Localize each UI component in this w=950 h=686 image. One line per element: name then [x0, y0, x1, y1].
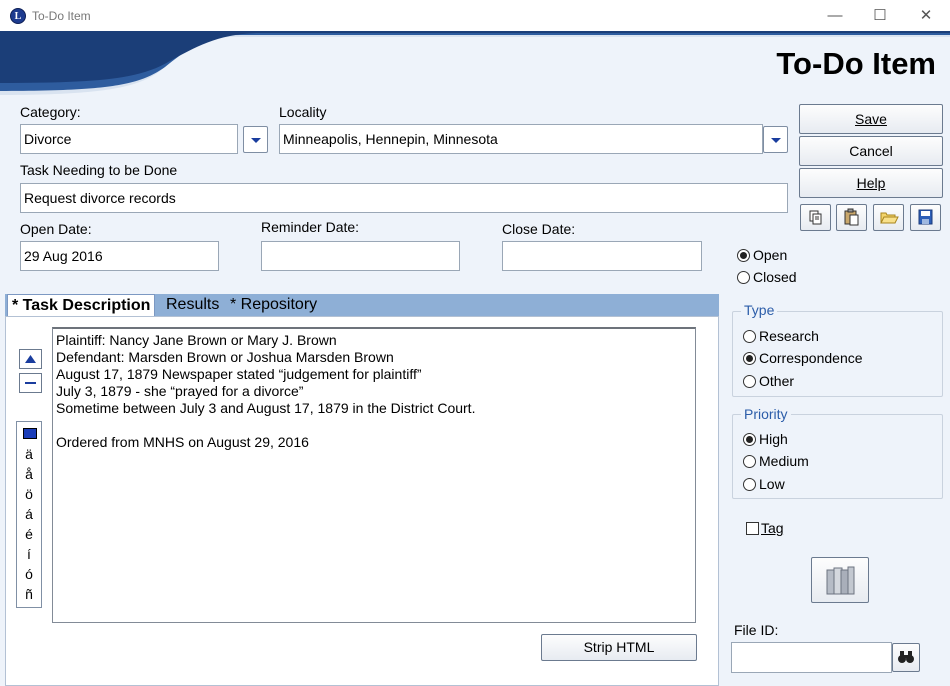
type-other-radio[interactable]: Other: [743, 371, 794, 391]
char-e-acute-button[interactable]: é: [17, 524, 41, 544]
status-closed-radio[interactable]: Closed: [737, 267, 797, 287]
char-n-tilde-button[interactable]: ñ: [17, 584, 41, 604]
type-research-radio[interactable]: Research: [743, 326, 819, 346]
open-date-label: Open Date:: [20, 221, 92, 237]
category-field[interactable]: Divorce: [20, 124, 238, 154]
decrease-font-button[interactable]: [19, 373, 42, 393]
description-line: August 17, 1879 Newspaper stated “judgem…: [56, 366, 422, 382]
category-label: Category:: [20, 104, 81, 120]
radio-dot: [743, 477, 756, 491]
radio-dot: [743, 329, 756, 343]
app-logo-icon: L: [10, 8, 26, 24]
open-date-field[interactable]: 29 Aug 2016: [20, 241, 219, 271]
radio-dot: [743, 374, 756, 388]
reminder-date-field[interactable]: [261, 241, 460, 271]
find-file-button[interactable]: [892, 643, 920, 672]
priority-high-radio[interactable]: High: [743, 429, 788, 449]
description-line: Defendant: Marsden Brown or Joshua Marsd…: [56, 349, 394, 365]
locality-label: Locality: [279, 104, 327, 120]
help-button-label: Help: [856, 175, 886, 191]
window-title: To-Do Item: [32, 9, 91, 23]
cancel-button[interactable]: Cancel: [799, 136, 943, 166]
locality-dropdown-button[interactable]: [763, 126, 788, 153]
priority-group-title: Priority: [741, 406, 791, 422]
radio-dot: [743, 351, 756, 365]
description-line: Ordered from MNHS on August 29, 2016: [56, 434, 309, 450]
priority-medium-label: Medium: [759, 453, 809, 469]
close-window-button[interactable]: ✕: [903, 4, 949, 28]
status-open-radio[interactable]: Open: [737, 245, 787, 265]
file-id-label: File ID:: [734, 622, 779, 638]
type-group-title: Type: [741, 302, 778, 318]
close-date-field[interactable]: [502, 241, 702, 271]
library-button[interactable]: [811, 557, 869, 603]
save-disk-icon: [918, 209, 933, 225]
task-field[interactable]: Request divorce records: [20, 183, 788, 213]
char-a-ring-button[interactable]: å: [17, 464, 41, 484]
save-button-label: Save: [855, 111, 887, 127]
type-correspondence-radio[interactable]: Correspondence: [743, 348, 863, 368]
description-line: July 3, 1879 - she “prayed for a divorce…: [56, 383, 304, 399]
radio-dot: [743, 454, 756, 468]
task-label: Task Needing to be Done: [20, 162, 178, 178]
status-closed-label: Closed: [753, 269, 797, 285]
task-description-textarea[interactable]: Plaintiff: Nancy Jane Brown or Mary J. B…: [52, 327, 696, 623]
priority-low-radio[interactable]: Low: [743, 474, 785, 494]
category-dropdown-button[interactable]: [243, 126, 268, 153]
char-o-umlaut-button[interactable]: ö: [17, 484, 41, 504]
locality-field[interactable]: Minneapolis, Hennepin, Minnesota: [279, 124, 763, 154]
minimize-button[interactable]: —: [812, 4, 858, 28]
radio-dot: [737, 270, 750, 284]
tab-task-description[interactable]: * Task Description: [7, 294, 156, 316]
file-id-field[interactable]: [731, 642, 892, 673]
copy-icon: [809, 210, 822, 225]
priority-high-label: High: [759, 431, 788, 447]
type-other-label: Other: [759, 373, 795, 389]
status-open-label: Open: [753, 247, 788, 263]
open-folder-icon: [880, 212, 899, 224]
page-title: To-Do Item: [776, 46, 936, 81]
increase-font-button[interactable]: [19, 349, 42, 369]
maximize-button[interactable]: ☐: [857, 4, 903, 28]
char-o-acute-button[interactable]: ó: [17, 564, 41, 584]
save-button[interactable]: Save: [799, 104, 943, 134]
paste-button[interactable]: [836, 204, 867, 231]
copy-button[interactable]: [800, 204, 831, 231]
tab-results[interactable]: Results: [162, 294, 223, 316]
window-titlebar: L To-Do Item — ☐ ✕: [0, 0, 950, 31]
minus-icon: [25, 382, 36, 384]
strip-html-button[interactable]: Strip HTML: [541, 634, 697, 661]
tag-checkbox[interactable]: Tag: [746, 520, 784, 536]
type-correspondence-label: Correspondence: [759, 350, 863, 366]
checkbox-box: [746, 521, 759, 535]
save-disk-button[interactable]: [910, 204, 941, 231]
description-line: Sometime between July 3 and August 17, 1…: [56, 400, 476, 416]
books-icon: [826, 566, 855, 595]
help-button[interactable]: Help: [799, 168, 943, 198]
description-line: Plaintiff: Nancy Jane Brown or Mary J. B…: [56, 332, 337, 348]
color-swatch-icon[interactable]: [23, 428, 37, 439]
radio-dot: [743, 432, 756, 446]
tab-strip: * Task Description Results * Repository: [5, 294, 719, 316]
description-line: [56, 417, 692, 434]
tab-repository[interactable]: * Repository: [226, 294, 321, 316]
reminder-date-label: Reminder Date:: [261, 219, 360, 235]
char-a-acute-button[interactable]: á: [17, 504, 41, 524]
char-a-umlaut-button[interactable]: ä: [17, 444, 41, 464]
open-folder-button[interactable]: [873, 204, 904, 231]
triangle-up-icon: [25, 355, 36, 363]
tag-label: Tag: [761, 520, 784, 536]
special-characters-panel: ä å ö á é í ó ñ: [16, 421, 42, 608]
priority-medium-radio[interactable]: Medium: [743, 451, 809, 471]
paste-icon: [844, 208, 859, 226]
close-date-label: Close Date:: [502, 221, 576, 237]
binoculars-icon: [898, 651, 914, 663]
char-i-acute-button[interactable]: í: [17, 544, 41, 564]
radio-dot: [737, 248, 750, 262]
type-research-label: Research: [759, 328, 819, 344]
priority-low-label: Low: [759, 476, 785, 492]
